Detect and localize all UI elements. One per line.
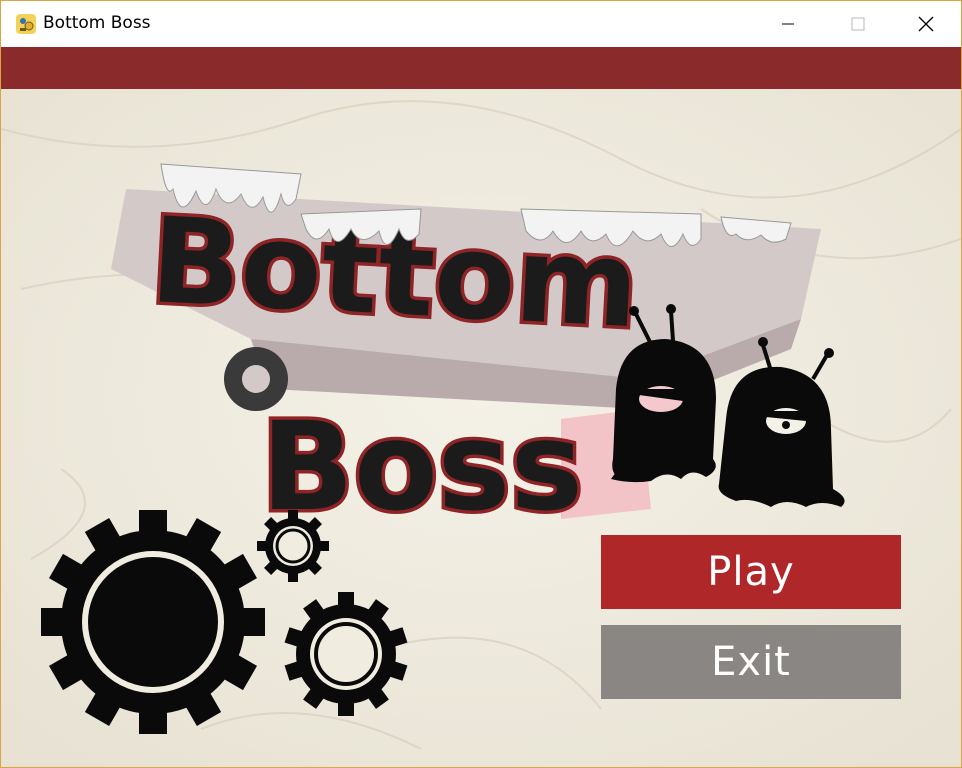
title-bar: Bottom Boss [1,1,961,47]
header-bar [1,47,961,89]
window-title: Bottom Boss [43,13,151,33]
maximize-button[interactable] [823,1,893,47]
game-window: Bottom Boss Bottom Boss Play Exit [0,0,962,768]
game-canvas: Bottom Boss Play Exit [1,89,961,767]
minimize-button[interactable] [753,1,823,47]
play-button[interactable]: Play [601,535,901,609]
exit-button[interactable]: Exit [601,625,901,699]
close-icon [918,16,934,32]
maximize-icon [851,17,865,31]
logo-line-boss: Boss [261,396,583,538]
app-icon [16,14,36,34]
minimize-icon [782,23,794,25]
close-button[interactable] [891,1,961,47]
gear-icon-small [257,510,329,582]
